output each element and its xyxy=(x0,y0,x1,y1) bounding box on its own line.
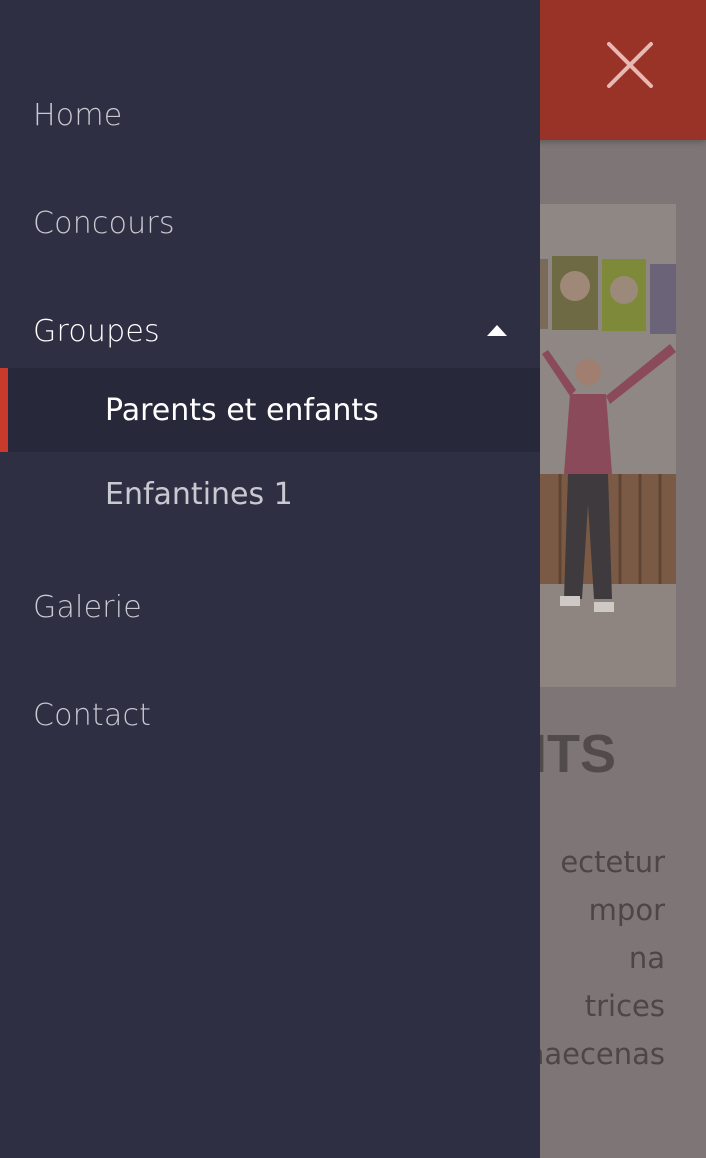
navigation-drawer: Home Concours Groupes Parents et enfants… xyxy=(0,0,540,1158)
subnav-item-parents-et-enfants[interactable]: Parents et enfants xyxy=(0,368,540,452)
nav-item-home[interactable]: Home xyxy=(0,70,540,160)
nav-item-label: Concours xyxy=(33,205,175,241)
active-indicator xyxy=(0,368,8,452)
hero-photo-illustration xyxy=(520,204,676,687)
nav-item-label: Galerie xyxy=(33,589,142,625)
subnav-item-label: Enfantines 1 xyxy=(105,476,293,512)
hero-image xyxy=(520,204,676,687)
nav-item-galerie[interactable]: Galerie xyxy=(0,562,540,652)
nav-item-contact[interactable]: Contact xyxy=(0,670,540,760)
nav-item-groupes[interactable]: Groupes xyxy=(0,286,540,376)
subnav-item-label: Parents et enfants xyxy=(105,392,379,428)
nav-item-label: Groupes xyxy=(33,313,160,349)
caret-up-icon[interactable] xyxy=(487,325,507,336)
nav-item-concours[interactable]: Concours xyxy=(0,178,540,268)
close-icon xyxy=(607,42,653,88)
close-menu-button[interactable] xyxy=(595,30,665,100)
nav-item-label: Contact xyxy=(33,697,152,733)
subnav-item-enfantines-1[interactable]: Enfantines 1 xyxy=(0,452,540,536)
nav-item-label: Home xyxy=(33,97,123,133)
